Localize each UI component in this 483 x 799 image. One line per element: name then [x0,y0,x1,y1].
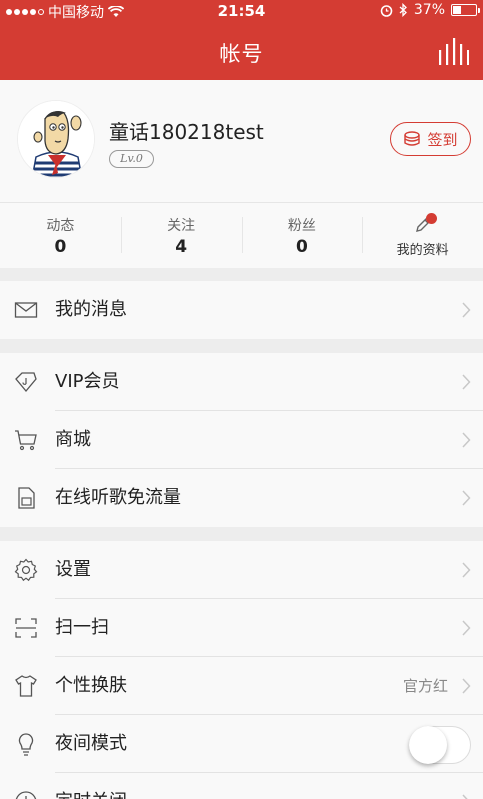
toggle-knob [409,726,447,764]
menu-item-free-data[interactable]: 在线听歌免流量 [0,469,483,527]
clock-icon [15,791,37,799]
bluetooth-icon [399,3,407,17]
signin-label: 签到 [427,130,458,149]
chevron-right-icon [462,794,468,799]
cartoon-boy-avatar [18,101,94,177]
stat-label: 关注 [167,218,196,234]
stats-bar: 动态 0 关注 4 粉丝 0 我的资料 [0,202,483,268]
signin-button[interactable]: 签到 [390,122,471,156]
group-services: VIP会员 商城 在线听歌免流量 [0,353,483,527]
stat-value: 0 [295,237,308,257]
stat-following[interactable]: 关注 4 [120,203,242,268]
account-screen: 中国移动 21:54 37% 帐号 童话180218test Lv.0 签到 动… [0,0,483,799]
menu-item-label: 定时关闭 [55,773,127,799]
menu-item-store[interactable]: 商城 [0,411,483,469]
menu-item-vip[interactable]: VIP会员 [0,353,483,411]
status-bar: 中国移动 21:54 37% [0,0,483,22]
chevron-right-icon [462,374,471,390]
chevron-right-icon [462,302,471,318]
menu-item-scan[interactable]: 扫一扫 [0,599,483,657]
alarm-icon [380,4,393,17]
level-badge[interactable]: Lv.0 [109,150,154,168]
coin-stack-icon [404,131,421,146]
chevron-right-icon [462,432,471,448]
tshirt-icon [15,675,37,697]
lightbulb-icon [18,733,34,756]
menu-item-sleep-timer[interactable]: 定时关闭 [0,773,483,799]
menu-item-messages[interactable]: 我的消息 [0,281,483,339]
chevron-right-icon [462,490,471,506]
current-skin-value: 官方红 [402,677,448,695]
menu-item-label: 商城 [55,429,91,450]
stat-value: 0 [54,237,67,257]
menu-item-label: 在线听歌免流量 [55,487,181,508]
diamond-icon [15,372,37,393]
chevron-right-icon [462,678,471,694]
group-messages: 我的消息 [0,281,483,339]
menu-item-skin[interactable]: 个性换肤 官方红 [0,657,483,715]
chevron-right-icon [462,562,471,578]
my-profile-button[interactable]: 我的资料 [362,203,483,268]
scan-icon [15,618,37,638]
username[interactable]: 童话180218test [109,116,264,145]
night-mode-toggle[interactable] [409,726,471,764]
stat-posts[interactable]: 动态 0 [0,203,121,268]
menu-item-settings[interactable]: 设置 [0,541,483,599]
my-profile-label: 我的资料 [396,243,449,258]
group-settings: 设置 扫一扫 个性换肤 官方红 夜间模式 [0,541,483,799]
menu-item-label: 个性换肤 [55,675,127,696]
menu-item-label: 我的消息 [55,299,127,320]
stat-label: 动态 [46,218,75,234]
battery-percent: 37% [413,2,445,18]
stat-label: 粉丝 [287,218,316,234]
sim-card-icon [18,487,35,509]
equalizer-bars-icon[interactable] [437,36,469,66]
avatar[interactable] [17,100,95,178]
envelope-icon [14,302,38,318]
menu-item-label: 设置 [55,559,91,580]
menu-item-label: VIP会员 [55,371,120,392]
notification-dot [426,213,438,224]
menu-item-label: 扫一扫 [55,617,109,638]
battery-icon [451,4,480,16]
gear-icon [14,558,38,582]
chevron-right-icon [462,620,471,636]
stat-value: 4 [175,237,188,257]
menu-item-label: 夜间模式 [55,733,127,754]
top-bar: 中国移动 21:54 37% 帐号 [0,0,483,80]
stat-fans[interactable]: 粉丝 0 [241,203,363,268]
profile-card: 童话180218test Lv.0 签到 动态 0 关注 4 粉丝 0 我的资料 [0,80,483,268]
cart-icon [15,430,37,451]
page-title: 帐号 [219,42,264,66]
menu-item-night-mode: 夜间模式 [0,715,483,773]
